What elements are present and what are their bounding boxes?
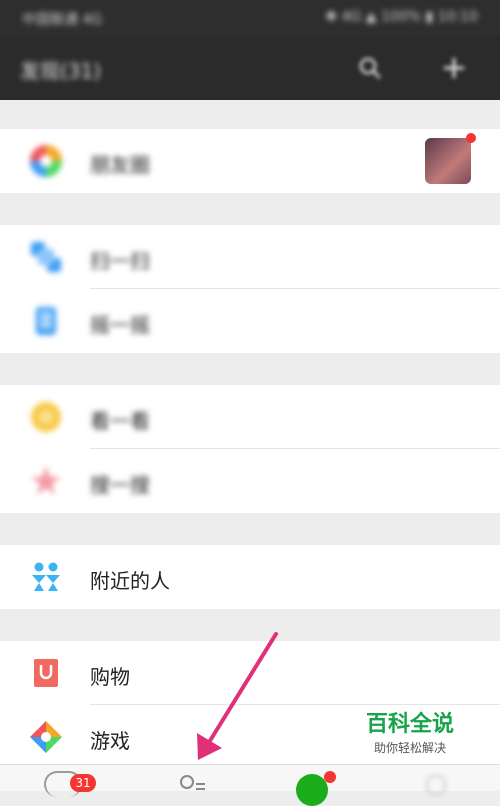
watermark-logo: 百科全说 助你轻松解决	[350, 706, 470, 764]
annotation-arrow	[197, 632, 278, 760]
watermark-subtitle: 助你轻松解决	[373, 741, 446, 755]
watermark-title: 百科全说	[365, 712, 454, 737]
